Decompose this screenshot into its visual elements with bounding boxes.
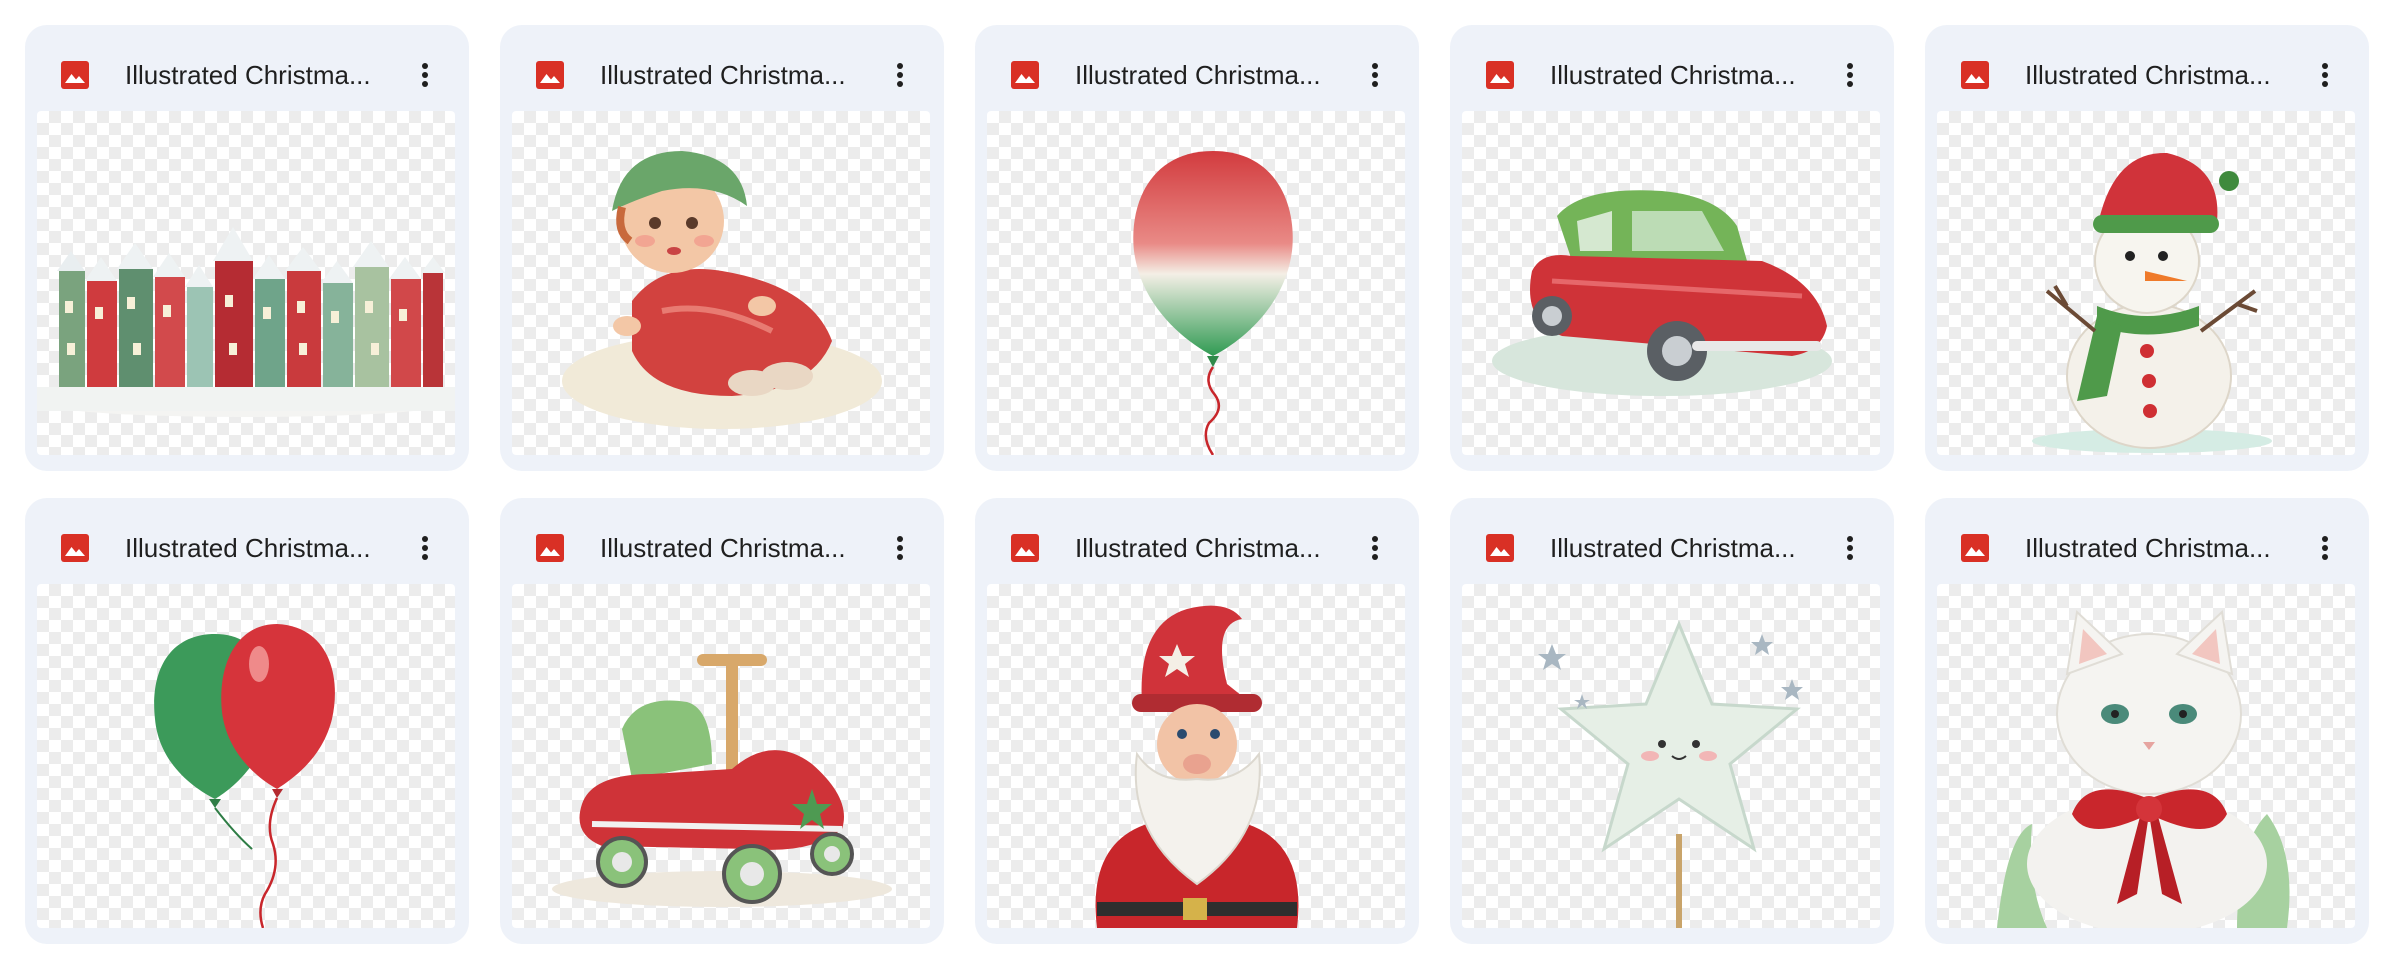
more-vert-icon: [1372, 536, 1378, 560]
more-vert-icon: [897, 63, 903, 87]
card-header: Illustrated Christma...: [975, 498, 1419, 598]
more-vert-icon: [422, 536, 428, 560]
image-file-icon: [1486, 61, 1514, 89]
more-actions-button[interactable]: [1349, 522, 1401, 574]
file-title: Illustrated Christma...: [1550, 533, 1796, 563]
image-file-icon: [1486, 534, 1514, 562]
file-title: Illustrated Christma...: [125, 60, 371, 90]
file-card[interactable]: Illustrated Christma...: [1450, 25, 1894, 471]
more-vert-icon: [897, 536, 903, 560]
file-card[interactable]: Illustrated Christma...: [500, 25, 944, 471]
image-file-icon: [536, 61, 564, 89]
file-card[interactable]: Illustrated Christma...: [1450, 498, 1894, 944]
file-card[interactable]: Illustrated Christma...: [1925, 25, 2369, 471]
card-header: Illustrated Christma...: [1450, 498, 1894, 598]
balloon-illustration: [1133, 151, 1293, 455]
more-actions-button[interactable]: [2299, 522, 2351, 574]
file-title: Illustrated Christma...: [600, 60, 846, 90]
file-thumbnail[interactable]: [987, 111, 1405, 455]
file-card[interactable]: Illustrated Christma...: [975, 498, 1419, 944]
more-actions-button[interactable]: [399, 522, 451, 574]
card-header: Illustrated Christma...: [500, 498, 944, 598]
more-actions-button[interactable]: [874, 49, 926, 101]
kitten-illustration: [1997, 609, 2290, 928]
file-thumbnail[interactable]: [37, 111, 455, 455]
more-actions-button[interactable]: [1824, 49, 1876, 101]
doll-illustration: [562, 151, 882, 429]
image-file-icon: [1011, 61, 1039, 89]
more-vert-icon: [1847, 63, 1853, 87]
two-balloons-illustration: [154, 624, 335, 928]
card-header: Illustrated Christma...: [975, 25, 1419, 125]
image-file-icon: [536, 534, 564, 562]
snowman-illustration: [2032, 152, 2272, 453]
image-file-icon: [61, 61, 89, 89]
more-vert-icon: [422, 63, 428, 87]
image-file-icon: [1961, 61, 1989, 89]
image-file-icon: [61, 534, 89, 562]
more-vert-icon: [1372, 63, 1378, 87]
more-vert-icon: [2322, 63, 2328, 87]
file-title: Illustrated Christma...: [1550, 60, 1796, 90]
more-vert-icon: [1847, 536, 1853, 560]
file-thumbnail[interactable]: [987, 584, 1405, 928]
file-thumbnail[interactable]: [1462, 111, 1880, 455]
image-file-icon: [1961, 534, 1989, 562]
file-title: Illustrated Christma...: [1075, 533, 1321, 563]
file-card[interactable]: Illustrated Christma...: [975, 25, 1419, 471]
file-thumbnail[interactable]: [512, 111, 930, 455]
card-header: Illustrated Christma...: [25, 25, 469, 125]
more-actions-button[interactable]: [1824, 522, 1876, 574]
file-card[interactable]: Illustrated Christma...: [25, 498, 469, 944]
village-illustration: [37, 227, 455, 417]
file-thumbnail[interactable]: [1937, 584, 2355, 928]
more-vert-icon: [2322, 536, 2328, 560]
card-header: Illustrated Christma...: [1925, 498, 2369, 598]
file-title: Illustrated Christma...: [2025, 533, 2271, 563]
more-actions-button[interactable]: [1349, 49, 1401, 101]
more-actions-button[interactable]: [874, 522, 926, 574]
file-title: Illustrated Christma...: [600, 533, 846, 563]
file-grid: Illustrated Christma... Illustrated Chri…: [0, 0, 2384, 954]
file-thumbnail[interactable]: [512, 584, 930, 928]
image-file-icon: [1011, 534, 1039, 562]
ride-on-toy-illustration: [552, 654, 892, 907]
file-title: Illustrated Christma...: [1075, 60, 1321, 90]
star-illustration: [1538, 620, 1803, 928]
file-title: Illustrated Christma...: [2025, 60, 2271, 90]
file-card[interactable]: Illustrated Christma...: [1925, 498, 2369, 944]
more-actions-button[interactable]: [399, 49, 451, 101]
gnome-illustration: [1095, 605, 1299, 928]
file-thumbnail[interactable]: [37, 584, 455, 928]
file-title: Illustrated Christma...: [125, 533, 371, 563]
card-header: Illustrated Christma...: [1450, 25, 1894, 125]
more-actions-button[interactable]: [2299, 49, 2351, 101]
card-header: Illustrated Christma...: [25, 498, 469, 598]
file-thumbnail[interactable]: [1462, 584, 1880, 928]
file-thumbnail[interactable]: [1937, 111, 2355, 455]
file-card[interactable]: Illustrated Christma...: [25, 25, 469, 471]
card-header: Illustrated Christma...: [500, 25, 944, 125]
toy-car-illustration: [1492, 190, 1832, 396]
file-card[interactable]: Illustrated Christma...: [500, 498, 944, 944]
card-header: Illustrated Christma...: [1925, 25, 2369, 125]
